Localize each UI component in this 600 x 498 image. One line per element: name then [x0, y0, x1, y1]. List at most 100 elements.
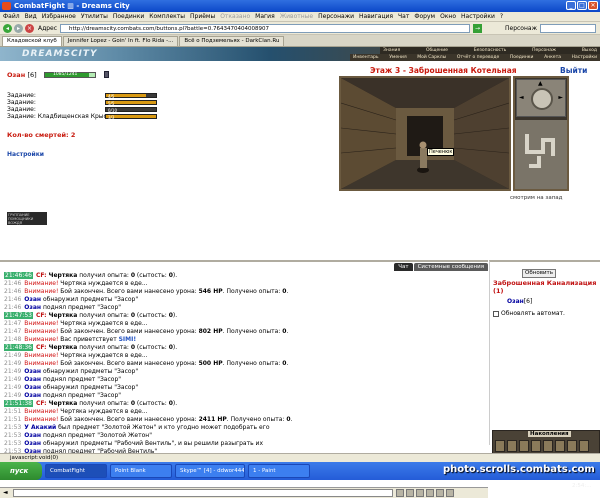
log-time[interactable]: 21:49 [4, 352, 21, 359]
log-time[interactable]: 21:46:46 [4, 272, 33, 279]
log-time[interactable]: 21:46 [4, 296, 21, 303]
player-nick[interactable]: У Акакий [24, 424, 56, 431]
log-time[interactable]: 21:49 [4, 392, 21, 399]
menu-item[interactable]: Файл [3, 13, 20, 20]
taskbar-item[interactable]: Point Blank [110, 464, 172, 478]
taskbar-item[interactable]: 1 - Paint [248, 464, 310, 478]
game-nav-link[interactable]: Безопасность [471, 47, 510, 54]
item-slot[interactable] [579, 440, 589, 452]
log-time[interactable]: 21:46 [4, 288, 21, 295]
player-nick[interactable]: Озан [24, 368, 41, 375]
auto-refresh-toggle[interactable]: Обновлять автомат. [493, 310, 565, 317]
player-nick[interactable]: Озан [24, 392, 41, 399]
game-nav-link[interactable]: Выход [579, 47, 600, 54]
back-icon[interactable]: ◂ [3, 24, 12, 33]
menu-item[interactable]: Поединки [113, 13, 144, 20]
log-time[interactable]: 21:46 [4, 280, 21, 287]
item-slot[interactable] [555, 440, 565, 452]
log-time[interactable]: 21:49 [4, 376, 21, 383]
maximize-button[interactable]: □ [577, 1, 587, 10]
item-slot[interactable] [495, 440, 505, 452]
browser-tab[interactable]: Кладовской клуб [2, 36, 62, 46]
menu-item[interactable]: Приёмы [190, 13, 215, 20]
log-time[interactable]: 21:47:53 [4, 312, 33, 319]
menu-item[interactable]: Комплекты [149, 13, 185, 20]
player-nick[interactable]: Озан [24, 376, 41, 383]
item-slot[interactable] [519, 440, 529, 452]
taskbar-item[interactable]: Skype™ [4] - ddwor444 [175, 464, 245, 478]
log-time[interactable]: 21:53 [4, 424, 21, 431]
log-time[interactable]: 21:51:38 [4, 400, 33, 407]
filter-button[interactable] [426, 489, 434, 497]
navigation-compass[interactable]: ◄ ► ▲ [516, 79, 566, 117]
browser-tab[interactable]: Всё о Подземельях - DarkClan.Ru [179, 36, 285, 46]
log-time[interactable]: 21:47 [4, 320, 21, 327]
menu-item[interactable]: Форум [414, 13, 435, 20]
menu-item[interactable]: Чат [398, 13, 409, 20]
log-time[interactable]: 21:53 [4, 440, 21, 447]
menu-item[interactable]: Избранное [42, 13, 76, 20]
tab-chat[interactable]: Чат [394, 263, 413, 271]
browser-tab[interactable]: Jennifer Lopez - Goin' In ft. Flo Rida -… [62, 36, 179, 46]
log-time[interactable]: 21:49 [4, 384, 21, 391]
menu-item[interactable]: Отказано [220, 13, 250, 20]
start-button[interactable]: пуск [0, 462, 42, 480]
game-nav-link[interactable]: Общение [423, 47, 451, 54]
game-nav-link[interactable]: Инвентарь [350, 54, 382, 61]
log-time[interactable]: 21:48:36 [4, 344, 33, 351]
go-icon[interactable]: → [473, 24, 482, 33]
turn-left-icon[interactable]: ◄ [519, 94, 524, 101]
game-nav-link[interactable]: Персонаж [529, 47, 559, 54]
menu-item[interactable]: Утилиты [81, 13, 108, 20]
player-nick[interactable]: Озан [24, 304, 41, 311]
forward-icon[interactable]: ▸ [14, 24, 23, 33]
stop-icon[interactable]: × [25, 24, 34, 33]
menu-item[interactable]: Навигация [359, 13, 393, 20]
send-button[interactable] [416, 489, 424, 497]
log-time[interactable]: 21:49 [4, 360, 21, 367]
menu-item[interactable]: ? [500, 13, 503, 20]
auto-refresh-checkbox[interactable] [493, 310, 499, 317]
menu-item[interactable]: Окно [440, 13, 456, 20]
game-nav-link[interactable]: Поединки [507, 54, 537, 61]
player-nick[interactable]: Озан [24, 296, 41, 303]
item-slot[interactable] [543, 440, 553, 452]
game-nav-link[interactable]: Умения [386, 54, 409, 61]
step-forward-icon[interactable]: ▲ [538, 80, 543, 87]
menu-item[interactable]: Вид [25, 13, 37, 20]
log-time[interactable]: 21:51 [4, 416, 21, 423]
minimize-button[interactable]: _ [566, 1, 576, 10]
menu-item[interactable]: Животные [280, 13, 313, 20]
log-time[interactable]: 21:51 [4, 408, 21, 415]
game-nav-link[interactable]: Мой Сарклы [414, 54, 449, 61]
translit-button[interactable] [446, 489, 454, 497]
smile-button[interactable] [396, 489, 404, 497]
turn-right-icon[interactable]: ► [558, 94, 563, 101]
game-nav-link[interactable]: Анкета [541, 54, 564, 61]
player-nick[interactable]: Озан [24, 440, 41, 447]
info-icon[interactable] [104, 71, 109, 78]
log-time[interactable]: 21:53 [4, 432, 21, 439]
exit-link[interactable]: Выйти [560, 66, 587, 75]
game-nav-link[interactable]: Отчёт о переводе [454, 54, 502, 61]
log-time[interactable]: 21:48 [4, 336, 21, 343]
clear-button[interactable] [406, 489, 414, 497]
log-time[interactable]: 21:49 [4, 368, 21, 375]
game-nav-link[interactable]: Настройки [569, 54, 600, 61]
search-input[interactable] [540, 24, 596, 33]
tab-system-messages[interactable]: Системные сообщения [413, 263, 488, 271]
settings-link[interactable]: Настройки [7, 151, 44, 158]
chat-mode-icon[interactable]: ◄ [3, 489, 8, 496]
item-slot[interactable] [567, 440, 577, 452]
color-button[interactable] [436, 489, 444, 497]
menu-item[interactable]: Настройки [461, 13, 495, 20]
taskbar-item[interactable]: CombatFight [45, 464, 107, 478]
item-slot[interactable] [507, 440, 517, 452]
item-slot[interactable] [531, 440, 541, 452]
game-nav-link[interactable]: Знания [380, 47, 403, 54]
room-member[interactable]: Озан[6] [507, 298, 532, 305]
log-time[interactable]: 21:46 [4, 304, 21, 311]
player-nick[interactable]: Озан [24, 384, 41, 391]
log-time[interactable]: 21:47 [4, 328, 21, 335]
character-name[interactable]: Озан [6] [7, 71, 37, 79]
